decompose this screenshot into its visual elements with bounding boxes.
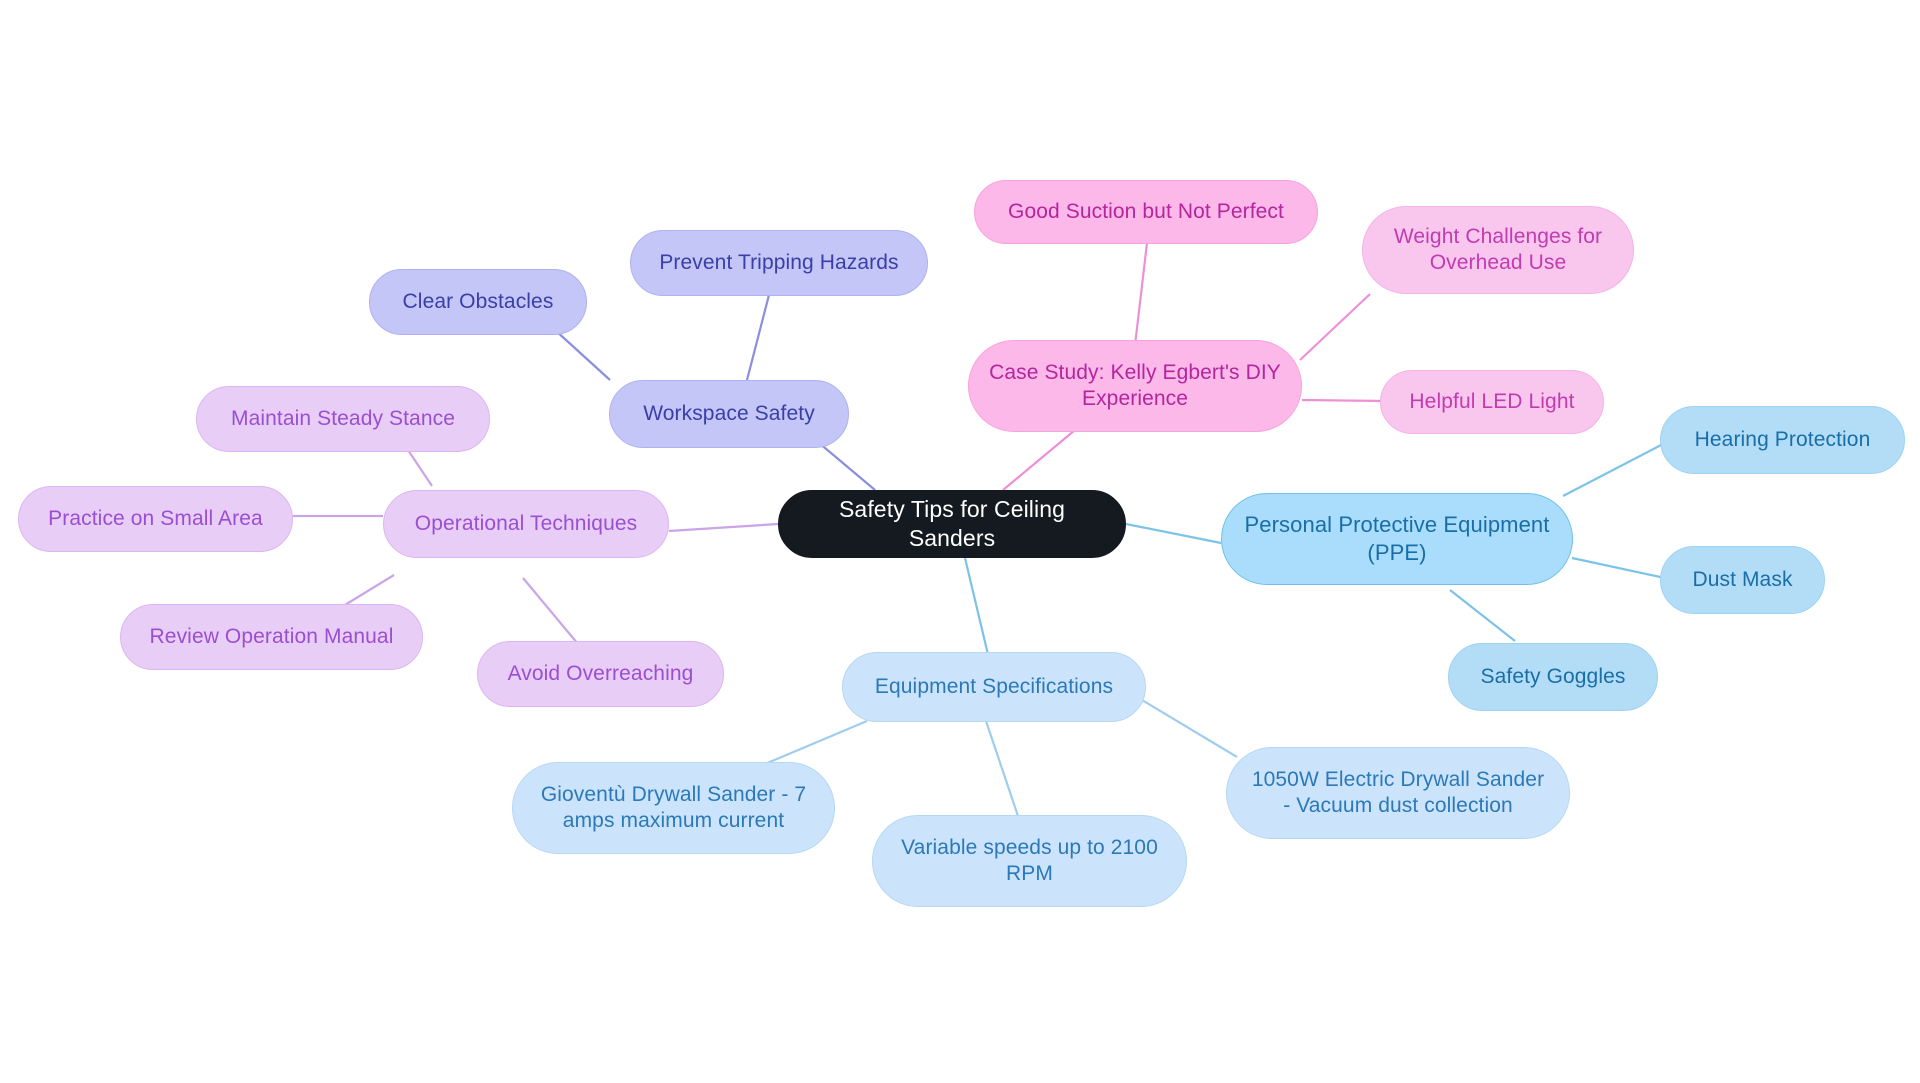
edge-ppe-to-dust-mask bbox=[1571, 556, 1666, 580]
node-good-suction-label: Good Suction but Not Perfect bbox=[1008, 199, 1284, 223]
node-maintain-steady-stance-label: Maintain Steady Stance bbox=[230, 406, 455, 430]
node-operational-techniques-label: Operational Techniques bbox=[414, 511, 638, 535]
node-prevent-tripping-hazards[interactable]: Prevent Tripping Hazards bbox=[630, 230, 928, 296]
node-variable-speeds-label: Variable speeds up to 2100 RPM bbox=[901, 835, 1158, 885]
node-workspace-safety[interactable]: Workspace Safety bbox=[609, 380, 849, 448]
mindmap-canvas: Safety Tips for Ceiling Sanders Personal… bbox=[0, 0, 1920, 1083]
node-root[interactable]: Safety Tips for Ceiling Sanders bbox=[778, 490, 1126, 558]
node-hearing-protection[interactable]: Hearing Protection bbox=[1660, 406, 1905, 474]
node-prevent-tripping-hazards-label: Prevent Tripping Hazards bbox=[659, 250, 899, 274]
node-weight-challenges-label: Weight Challenges for Overhead Use bbox=[1393, 224, 1603, 274]
node-clear-obstacles[interactable]: Clear Obstacles bbox=[369, 269, 587, 335]
node-equipment-specifications[interactable]: Equipment Specifications bbox=[842, 652, 1146, 722]
node-variable-speeds[interactable]: Variable speeds up to 2100 RPM bbox=[872, 815, 1187, 907]
edge-operational-to-avoid-overreaching bbox=[522, 577, 579, 645]
edge-root-to-ppe bbox=[1125, 522, 1222, 545]
node-practice-small-area-label: Practice on Small Area bbox=[48, 506, 263, 530]
node-operational-techniques[interactable]: Operational Techniques bbox=[383, 490, 669, 558]
node-gioventu-sander-label: Gioventù Drywall Sander - 7 amps maximum… bbox=[540, 782, 807, 832]
node-root-label: Safety Tips for Ceiling Sanders bbox=[838, 496, 1065, 551]
node-ppe[interactable]: Personal Protective Equipment (PPE) bbox=[1221, 493, 1573, 585]
edge-equipment-to-variable-speeds bbox=[984, 720, 1022, 823]
node-good-suction[interactable]: Good Suction but Not Perfect bbox=[974, 180, 1318, 244]
node-case-study-label: Case Study: Kelly Egbert's DIY Experienc… bbox=[989, 360, 1281, 410]
node-avoid-overreaching-label: Avoid Overreaching bbox=[507, 661, 694, 685]
node-review-operation-manual-label: Review Operation Manual bbox=[149, 624, 394, 648]
edge-equipment-to-gioventu bbox=[764, 719, 868, 766]
edge-case-study-to-good-suction bbox=[1133, 242, 1149, 346]
edge-equipment-to-1050w bbox=[1141, 699, 1238, 758]
edge-root-to-operational bbox=[668, 522, 779, 533]
node-case-study[interactable]: Case Study: Kelly Egbert's DIY Experienc… bbox=[968, 340, 1302, 432]
edge-ppe-to-safety-goggles bbox=[1449, 589, 1516, 642]
node-dust-mask[interactable]: Dust Mask bbox=[1660, 546, 1825, 614]
edge-workspace-to-clear-obstacles bbox=[554, 329, 611, 381]
node-helpful-led-light-label: Helpful LED Light bbox=[1409, 389, 1575, 413]
node-dust-mask-label: Dust Mask bbox=[1692, 567, 1793, 591]
node-avoid-overreaching[interactable]: Avoid Overreaching bbox=[477, 641, 724, 707]
node-safety-goggles-label: Safety Goggles bbox=[1480, 664, 1626, 688]
node-practice-small-area[interactable]: Practice on Small Area bbox=[18, 486, 293, 552]
edge-case-study-to-helpful-led bbox=[1301, 398, 1386, 403]
node-equipment-specifications-label: Equipment Specifications bbox=[874, 674, 1114, 698]
node-maintain-steady-stance[interactable]: Maintain Steady Stance bbox=[196, 386, 490, 452]
node-review-operation-manual[interactable]: Review Operation Manual bbox=[120, 604, 423, 670]
node-workspace-safety-label: Workspace Safety bbox=[643, 401, 815, 425]
node-safety-goggles[interactable]: Safety Goggles bbox=[1448, 643, 1658, 711]
node-ppe-label: Personal Protective Equipment (PPE) bbox=[1244, 512, 1550, 565]
node-electric-sander-1050w-label: 1050W Electric Drywall Sander - Vacuum d… bbox=[1251, 767, 1545, 817]
node-helpful-led-light[interactable]: Helpful LED Light bbox=[1380, 370, 1604, 434]
node-weight-challenges[interactable]: Weight Challenges for Overhead Use bbox=[1362, 206, 1634, 294]
node-clear-obstacles-label: Clear Obstacles bbox=[402, 289, 554, 313]
edge-ppe-to-hearing-protection bbox=[1562, 442, 1666, 497]
node-hearing-protection-label: Hearing Protection bbox=[1694, 427, 1871, 451]
edge-root-to-case-study bbox=[1002, 429, 1076, 491]
edge-workspace-to-prevent-tripping bbox=[745, 290, 772, 381]
node-electric-sander-1050w[interactable]: 1050W Electric Drywall Sander - Vacuum d… bbox=[1226, 747, 1570, 839]
edge-case-study-to-weight-challenges bbox=[1299, 293, 1371, 361]
node-gioventu-sander[interactable]: Gioventù Drywall Sander - 7 amps maximum… bbox=[512, 762, 835, 854]
